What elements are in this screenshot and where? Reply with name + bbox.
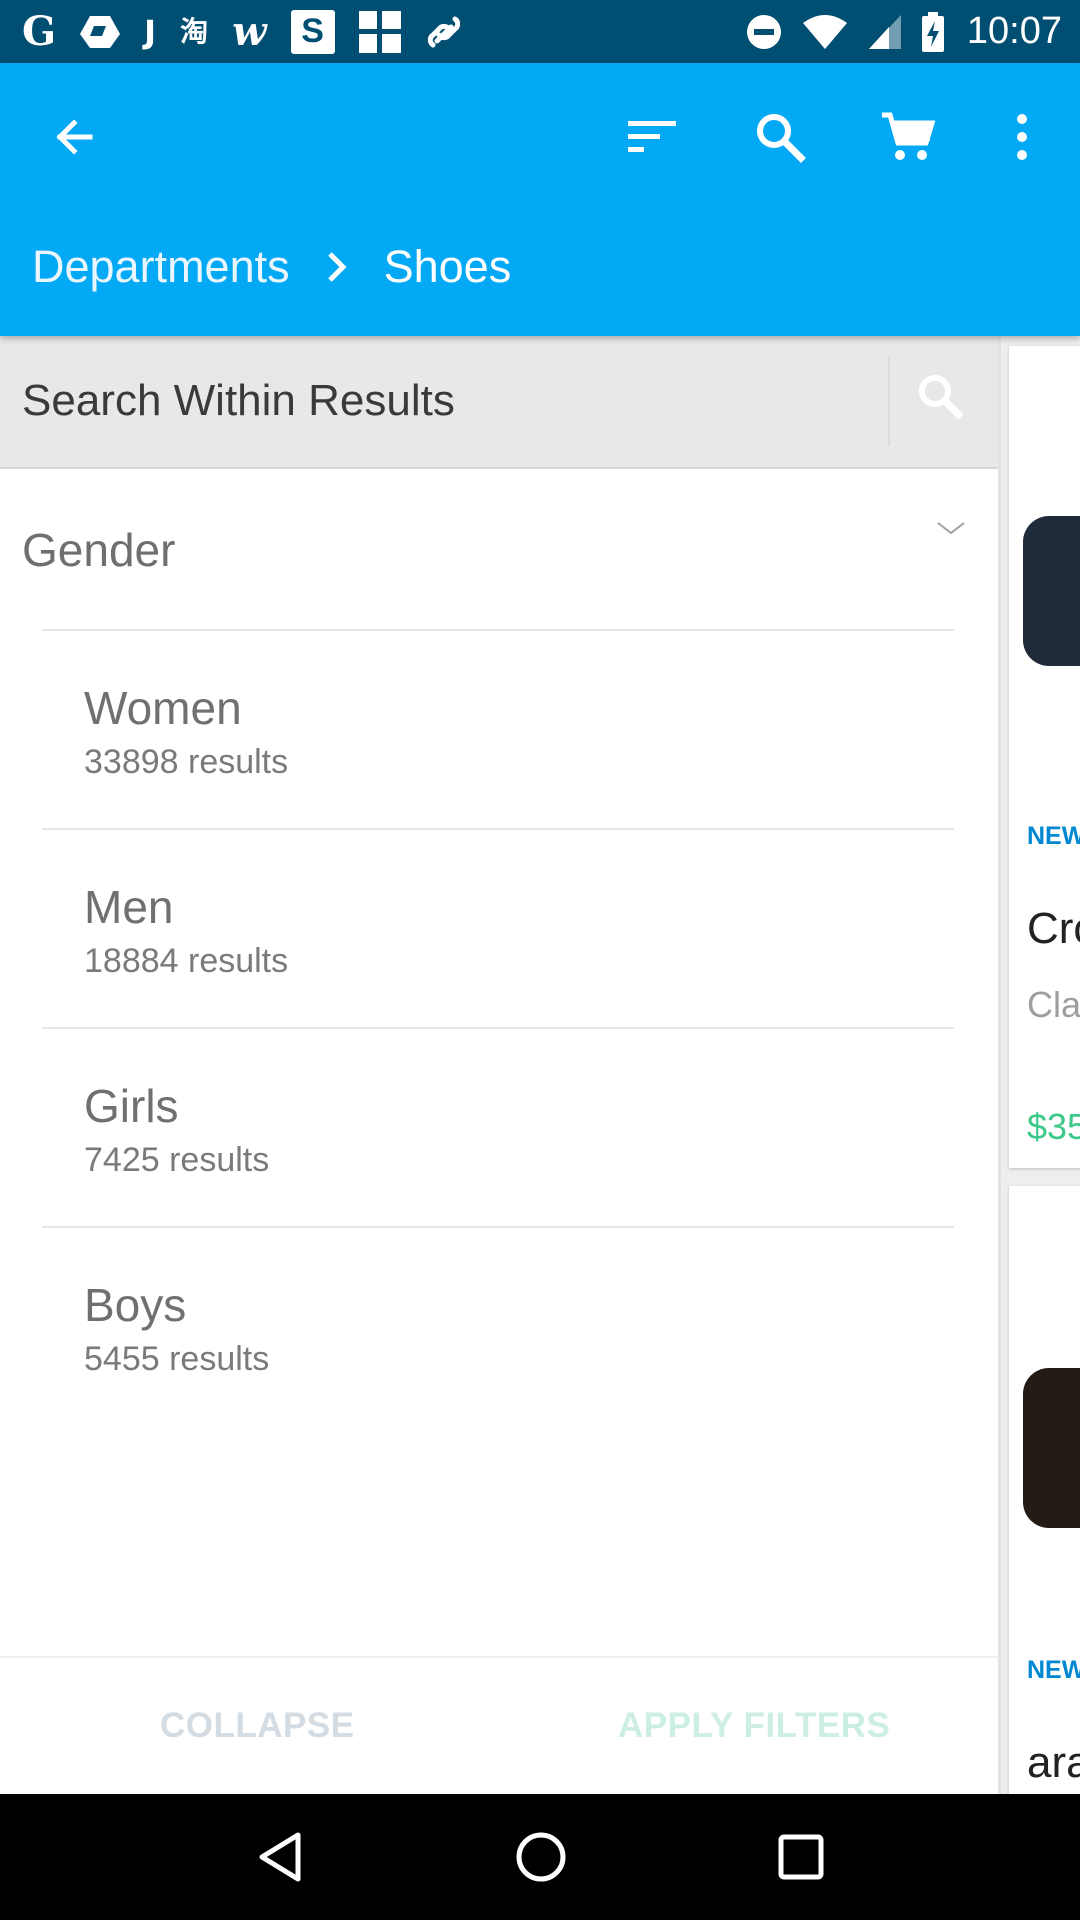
apply-filters-button[interactable]: APPLY FILTERS — [618, 1706, 890, 1746]
app-bar: Departments Shoes — [0, 63, 1080, 336]
gender-option-men[interactable]: Men 18884 results — [42, 828, 954, 1027]
option-count: 5455 results — [84, 1340, 270, 1378]
google-app-icon: G — [22, 7, 57, 55]
link-app-icon — [427, 16, 460, 47]
gender-section-header[interactable]: Gender — [0, 469, 998, 629]
option-count: 7425 results — [84, 1141, 270, 1179]
product-image — [1023, 516, 1080, 666]
sort-icon — [628, 121, 676, 152]
chevron-right-icon — [327, 252, 347, 282]
system-navigation-bar — [0, 1794, 1080, 1920]
breadcrumb-current: Shoes — [383, 241, 512, 292]
battery-charging-icon — [921, 11, 944, 52]
product-title: Cro — [1027, 904, 1080, 953]
product-subtitle: Cla — [1027, 984, 1080, 1025]
filter-panel: Search Within Results Gender Women 33898… — [0, 336, 998, 1794]
drive-app-icon — [80, 15, 121, 48]
filter-actions: COLLAPSE APPLY FILTERS — [0, 1656, 998, 1794]
chevron-down-icon[interactable] — [936, 519, 966, 539]
cart-button[interactable] — [876, 105, 940, 169]
product-card[interactable]: NEW Cro Cla $35 — [1009, 346, 1080, 1168]
do-not-disturb-icon — [746, 14, 781, 49]
home-circle-icon[interactable] — [515, 1831, 567, 1883]
option-count: 18884 results — [84, 942, 289, 980]
search-divider — [888, 356, 890, 446]
signal-icon — [868, 14, 901, 49]
option-name: Girls — [84, 1080, 179, 1132]
search-button[interactable] — [748, 105, 812, 169]
more-vert-icon — [1017, 114, 1027, 160]
collapse-button[interactable]: COLLAPSE — [160, 1706, 355, 1746]
new-badge: NEW — [1027, 822, 1080, 850]
notification-icons: G J 淘 w S — [22, 7, 463, 55]
back-arrow-icon — [56, 119, 93, 155]
back-button[interactable] — [42, 105, 106, 169]
product-card[interactable]: NEW ara — [1009, 1186, 1080, 1806]
j-app-icon: J — [144, 12, 157, 51]
option-name: Men — [84, 881, 174, 933]
option-name: Boys — [84, 1279, 187, 1331]
taobao-app-icon: 淘 — [180, 14, 209, 48]
option-name: Women — [84, 682, 242, 734]
section-title: Gender — [22, 524, 176, 576]
search-within-results[interactable]: Search Within Results — [0, 336, 998, 469]
product-image — [1023, 1368, 1080, 1528]
cart-icon — [882, 112, 936, 160]
search-icon — [757, 114, 806, 163]
gender-option-girls[interactable]: Girls 7425 results — [42, 1027, 954, 1226]
new-badge: NEW — [1027, 1656, 1080, 1684]
more-options-button[interactable] — [990, 105, 1054, 169]
s-app-icon: S — [290, 9, 335, 54]
clock: 10:07 — [966, 10, 1062, 52]
status-bar: G J 淘 w S 10:07 — [0, 0, 1080, 63]
sort-button[interactable] — [620, 105, 684, 169]
system-status-icons: 10:07 — [745, 10, 1062, 53]
wifi-icon — [802, 14, 847, 49]
breadcrumb-departments[interactable]: Departments — [32, 241, 290, 293]
product-title: ara — [1027, 1738, 1080, 1787]
recents-square-icon[interactable] — [778, 1834, 824, 1880]
gender-option-women[interactable]: Women 33898 results — [42, 629, 954, 828]
back-triangle-icon[interactable] — [256, 1831, 304, 1883]
product-list-peek: NEW Cro Cla $35 NEW ara — [998, 336, 1080, 1806]
search-input[interactable]: Search Within Results — [22, 376, 455, 426]
search-icon[interactable] — [916, 372, 966, 422]
w-app-icon: w — [232, 7, 267, 55]
option-count: 33898 results — [84, 743, 289, 781]
product-price: $35 — [1027, 1106, 1080, 1147]
breadcrumb: Departments Shoes — [32, 241, 511, 293]
breadcrumb-separator — [326, 250, 348, 284]
grid-app-icon — [358, 10, 401, 53]
gender-option-boys[interactable]: Boys 5455 results — [42, 1226, 954, 1425]
